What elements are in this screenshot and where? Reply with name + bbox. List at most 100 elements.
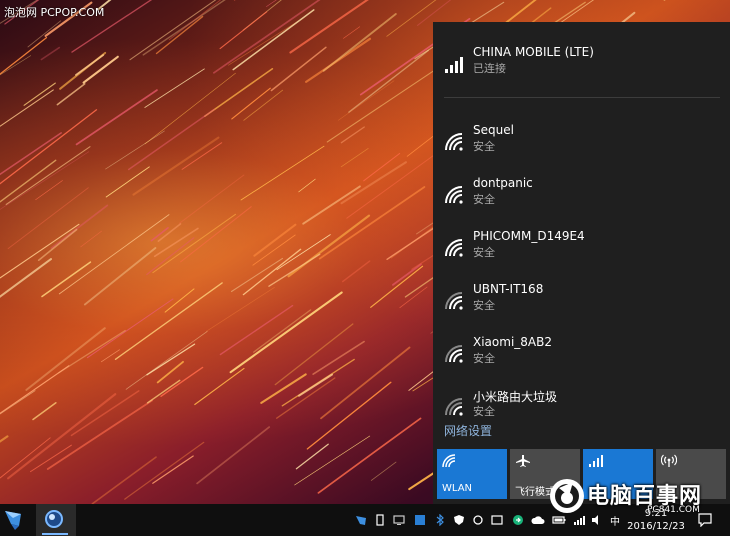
wlan-toggle-tile[interactable]: WLAN: [437, 449, 507, 499]
light-streak: [70, 390, 140, 437]
usb-device-icon[interactable]: [374, 514, 386, 526]
network-name: Sequel: [473, 123, 514, 137]
light-streak: [219, 304, 294, 356]
light-streak: [155, 15, 204, 55]
light-streak: [152, 213, 236, 274]
light-streak: [100, 349, 120, 363]
network-status: 安全: [473, 246, 495, 259]
light-streak: [40, 46, 61, 61]
security-shield-icon[interactable]: [453, 514, 465, 526]
light-streak: [83, 247, 157, 306]
light-streak: [125, 330, 208, 390]
light-streak: [50, 204, 109, 249]
light-streak: [181, 142, 223, 170]
light-streak: [341, 260, 371, 283]
light-streak: [146, 237, 195, 276]
logo-emblem-icon: [550, 479, 584, 513]
logo-url: PC841.COM: [647, 505, 700, 515]
taskbar-app-button[interactable]: [36, 504, 76, 536]
start-logo-icon: [5, 511, 21, 530]
light-streak: [127, 108, 215, 171]
light-streak: [253, 309, 312, 353]
network-name: PHICOMM_D149E4: [473, 229, 585, 243]
wifi-signal-icon: [445, 133, 463, 151]
light-streak: [232, 9, 315, 71]
light-streak: [338, 80, 395, 121]
light-streak: [343, 26, 361, 39]
light-streak: [152, 455, 194, 484]
airplane-icon: [516, 455, 530, 467]
light-streak: [306, 381, 392, 450]
network-name: Xiaomi_8AB2: [473, 335, 552, 349]
tray-app-icon-blue[interactable]: [414, 514, 426, 526]
network-flyout: CHINA MOBILE (LTE) 已连接 Sequel 安全 dontpan…: [433, 22, 730, 504]
media-icon[interactable]: [491, 514, 503, 526]
light-streak: [41, 261, 92, 298]
network-name: CHINA MOBILE (LTE): [473, 45, 594, 59]
light-streak: [164, 288, 195, 313]
network-name: UBNT-IT168: [473, 282, 544, 296]
bluetooth-icon[interactable]: [434, 514, 446, 526]
cloud-icon[interactable]: [531, 514, 545, 526]
wifi-signal-icon: [445, 186, 463, 204]
light-streak: [25, 327, 106, 391]
light-streak: [0, 435, 9, 443]
wifi-network-item[interactable]: dontpanic 安全: [433, 169, 730, 217]
light-streak: [178, 174, 245, 224]
wifi-icon: [442, 454, 456, 468]
light-streak: [252, 234, 296, 266]
light-streak: [37, 228, 78, 262]
light-streak: [0, 89, 54, 127]
light-streak: [160, 366, 204, 397]
light-streak: [340, 126, 365, 144]
network-status: 安全: [473, 352, 495, 365]
light-streak: [146, 343, 196, 376]
light-streak: [80, 230, 102, 248]
arrow-app-icon[interactable]: [512, 514, 524, 526]
light-streak: [348, 49, 429, 113]
wifi-signal-icon: [445, 398, 463, 416]
wifi-signal-icon: [445, 239, 463, 257]
wifi-signal-icon: [445, 292, 463, 310]
watermark-logo: 电脑百事网 PC841.COM: [547, 472, 730, 522]
light-streak: [132, 136, 220, 196]
tile-label: WLAN: [442, 483, 473, 494]
light-streak: [240, 145, 325, 201]
light-streak: [230, 257, 284, 293]
light-streak: [194, 367, 245, 406]
watermark-text: 泡泡网 PCPOP.COM: [4, 6, 105, 19]
light-streak: [318, 186, 426, 260]
light-streak: [274, 323, 354, 386]
light-streak: [0, 151, 90, 210]
light-streak: [150, 227, 169, 242]
light-streak: [228, 20, 299, 66]
light-streak: [142, 0, 226, 56]
light-streak: [7, 187, 89, 250]
tray-app-icon[interactable]: [355, 514, 367, 526]
wifi-network-item[interactable]: Sequel 安全: [433, 116, 730, 164]
light-streak: [0, 390, 36, 415]
network-settings-link[interactable]: 网络设置: [444, 422, 492, 439]
wifi-network-item[interactable]: Xiaomi_8AB2 安全: [433, 328, 730, 376]
light-streak: [204, 68, 274, 117]
light-streak: [129, 0, 217, 61]
light-streak: [219, 11, 268, 50]
light-streak: [146, 379, 181, 404]
light-streak: [91, 456, 157, 504]
cellular-network-item[interactable]: CHINA MOBILE (LTE) 已连接: [433, 38, 730, 86]
light-streak: [295, 443, 329, 470]
light-streak: [302, 185, 361, 225]
wifi-network-item[interactable]: UBNT-IT168 安全: [433, 275, 730, 323]
light-streak: [144, 72, 236, 145]
light-streak: [0, 365, 70, 415]
start-button[interactable]: [0, 504, 40, 536]
divider: [444, 97, 720, 98]
display-icon[interactable]: [393, 514, 405, 526]
hotspot-icon: [661, 454, 677, 467]
light-streak: [23, 82, 56, 106]
light-streak: [0, 36, 48, 75]
light-streak: [82, 55, 119, 84]
light-streak: [196, 426, 271, 485]
sync-icon[interactable]: [472, 514, 484, 526]
wifi-network-item[interactable]: PHICOMM_D149E4 安全: [433, 222, 730, 270]
